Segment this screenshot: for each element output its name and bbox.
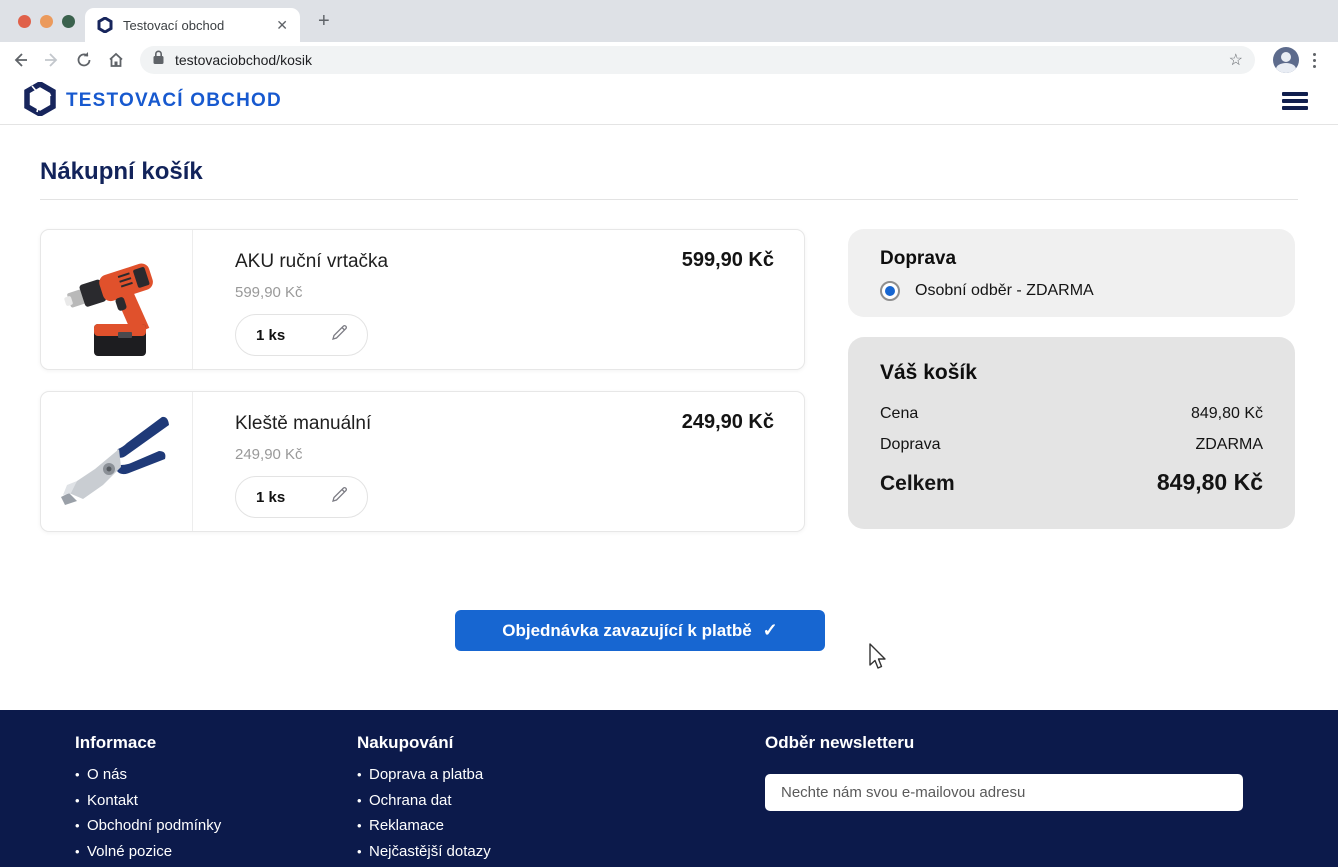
new-tab-button[interactable]: +: [318, 10, 330, 33]
newsletter-title: Odběr newsletteru: [765, 733, 1243, 753]
footer-link[interactable]: Doprava a platba: [357, 762, 567, 788]
summary-label: Cena: [880, 405, 918, 423]
order-button-label: Objednávka zavazující k platbě: [502, 621, 751, 641]
menu-hamburger-icon[interactable]: [1282, 92, 1314, 110]
browser-tabstrip: Testovací obchod ✕ +: [0, 0, 1338, 42]
total-label: Celkem: [880, 472, 955, 496]
cart-item-pliers: Kleště manuální 249,90 Kč 1 ks 249,90 Kč: [40, 391, 805, 532]
site-header: TESTOVACÍ OBCHOD: [0, 78, 1338, 125]
drill-product-image: [41, 230, 193, 369]
footer-column-informace: Informace O nás Kontakt Obchodní podmínk…: [75, 733, 357, 867]
item-total-price: 599,90 Kč: [682, 249, 774, 272]
reload-icon[interactable]: [68, 44, 100, 76]
pliers-product-image: [41, 392, 193, 531]
url-bar[interactable]: testovaciobchod/kosik ☆: [140, 46, 1255, 74]
forward-icon[interactable]: [36, 44, 68, 76]
footer-link[interactable]: Reklamace: [357, 813, 567, 839]
check-icon: ✓: [763, 620, 778, 641]
cart-sidebar: Doprava Osobní odběr - ZDARMA Váš košík …: [848, 229, 1295, 553]
back-icon[interactable]: [4, 44, 36, 76]
summary-row-shipping: Doprava ZDARMA: [880, 436, 1263, 454]
order-submit-button[interactable]: Objednávka zavazující k platbě ✓: [455, 610, 825, 651]
home-icon[interactable]: [100, 44, 132, 76]
brand-logo[interactable]: TESTOVACÍ OBCHOD: [24, 82, 282, 121]
summary-row-total: Celkem 849,80 Kč: [880, 469, 1263, 496]
item-total-price: 249,90 Kč: [682, 411, 774, 434]
footer-link[interactable]: Nejčastější dotazy: [357, 839, 567, 865]
page: Testovací obchod ✕ + testovaciobchod/kos…: [0, 0, 1338, 867]
maximize-window-button[interactable]: [62, 15, 75, 28]
mouse-cursor: [868, 643, 890, 678]
title-divider: [40, 199, 1298, 200]
summary-label: Doprava: [880, 436, 940, 454]
summary-title: Váš košík: [880, 361, 1263, 385]
edit-pencil-icon[interactable]: [330, 485, 349, 509]
url-text[interactable]: testovaciobchod/kosik: [175, 52, 1229, 68]
close-window-button[interactable]: [18, 15, 31, 28]
footer-column-title: Nakupování: [357, 733, 567, 753]
browser-toolbar: testovaciobchod/kosik ☆: [0, 42, 1338, 78]
summary-value: ZDARMA: [1195, 436, 1263, 454]
footer-link[interactable]: Ochrana dat: [357, 788, 567, 814]
shipping-option-label[interactable]: Osobní odběr - ZDARMA: [915, 282, 1094, 300]
site-footer: Informace O nás Kontakt Obchodní podmínk…: [0, 710, 1338, 867]
brand-name[interactable]: TESTOVACÍ OBCHOD: [66, 90, 282, 112]
lock-icon: [152, 50, 165, 70]
footer-link[interactable]: Obchodní podmínky: [75, 813, 357, 839]
main-content: Nákupní košík: [0, 125, 1338, 710]
page-title: Nákupní košík: [40, 125, 1298, 186]
minimize-window-button[interactable]: [40, 15, 53, 28]
footer-column-nakupovani: Nakupování Doprava a platba Ochrana dat …: [357, 733, 567, 867]
edit-pencil-icon[interactable]: [330, 323, 349, 347]
cart-item-drill: AKU ruční vrtačka 599,90 Kč 1 ks 599,90 …: [40, 229, 805, 370]
footer-link[interactable]: Volné pozice: [75, 839, 357, 865]
total-value: 849,80 Kč: [1157, 469, 1263, 496]
shipping-title: Doprava: [880, 248, 1263, 270]
shipping-option[interactable]: Osobní odběr - ZDARMA: [880, 281, 1263, 301]
bookmark-star-icon[interactable]: ☆: [1229, 50, 1243, 70]
summary-value: 849,80 Kč: [1191, 405, 1263, 423]
quantity-value: 1 ks: [256, 489, 285, 506]
radio-selected-icon[interactable]: [880, 281, 900, 301]
newsletter-email-input[interactable]: [765, 774, 1243, 811]
item-unit-price: 249,90 Kč: [235, 446, 774, 463]
quantity-editor[interactable]: 1 ks: [235, 314, 368, 356]
window-controls[interactable]: [18, 15, 75, 28]
quantity-editor[interactable]: 1 ks: [235, 476, 368, 518]
brand-hexagon-icon: [24, 82, 56, 121]
footer-column-title: Informace: [75, 733, 357, 753]
item-unit-price: 599,90 Kč: [235, 284, 774, 301]
quantity-value: 1 ks: [256, 327, 285, 344]
profile-avatar[interactable]: [1273, 47, 1299, 73]
cart-items-list: AKU ruční vrtačka 599,90 Kč 1 ks 599,90 …: [40, 229, 805, 553]
cart-summary-box: Váš košík Cena 849,80 Kč Doprava ZDARMA …: [848, 337, 1295, 529]
footer-link[interactable]: Kontakt: [75, 788, 357, 814]
footer-link[interactable]: O nás: [75, 762, 357, 788]
footer-newsletter: Odběr newsletteru: [765, 733, 1243, 867]
site-favicon-icon: [97, 17, 113, 33]
close-tab-icon[interactable]: ✕: [276, 17, 288, 34]
shipping-box: Doprava Osobní odběr - ZDARMA: [848, 229, 1295, 317]
tab-title: Testovací obchod: [123, 18, 276, 33]
browser-menu-icon[interactable]: [1313, 53, 1316, 68]
browser-tab[interactable]: Testovací obchod ✕: [85, 8, 300, 42]
summary-row-price: Cena 849,80 Kč: [880, 405, 1263, 423]
